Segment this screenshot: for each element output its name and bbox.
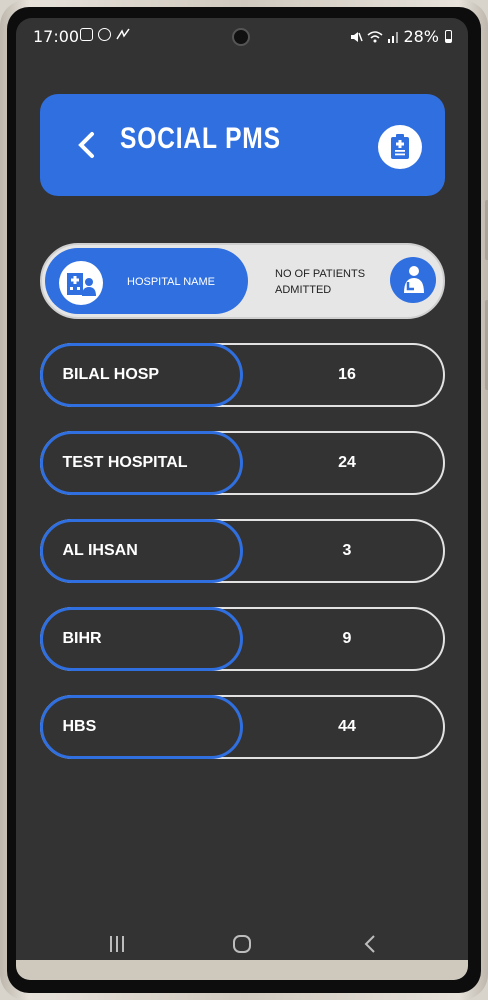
patient-icon bbox=[404, 266, 424, 293]
phone-bottom-edge bbox=[16, 960, 468, 980]
signal-notification-icon bbox=[116, 28, 130, 40]
hospital-icon bbox=[67, 273, 96, 296]
table-row[interactable]: AL IHSAN 3 bbox=[39, 518, 445, 583]
recent-apps-button[interactable] bbox=[92, 926, 142, 962]
battery-icon bbox=[445, 30, 452, 43]
patients-label-line1: NO OF PATIENTS bbox=[275, 268, 366, 280]
table-row[interactable]: TEST HOSPITAL 24 bbox=[39, 430, 445, 495]
wifi-icon bbox=[367, 30, 383, 42]
notification-icons bbox=[80, 28, 130, 41]
status-bar: 17:00 28% bbox=[16, 18, 468, 56]
hospital-column-header: HOSPITAL NAME bbox=[45, 248, 248, 314]
patient-count: 16 bbox=[338, 366, 356, 383]
phone-frame: 17:00 28% SOCIAL PMS HOSPITAL NAME NO OF… bbox=[0, 0, 488, 1000]
page-title: SOCIAL PMS bbox=[120, 122, 281, 155]
table-row[interactable]: BILAL HOSP 16 bbox=[39, 342, 445, 407]
cell-signal-icon bbox=[388, 31, 399, 43]
chevron-left-icon bbox=[78, 132, 94, 158]
patient-icon-wrap bbox=[390, 257, 436, 303]
back-icon bbox=[364, 935, 375, 953]
patients-column-label: NO OF PATIENTS ADMITTED bbox=[275, 266, 385, 298]
hospital-column-label: HOSPITAL NAME bbox=[127, 276, 216, 288]
status-right: 28% bbox=[349, 27, 452, 46]
clipboard-button[interactable] bbox=[378, 125, 422, 169]
hospital-name: BILAL HOSP bbox=[39, 342, 243, 407]
screen: 17:00 28% SOCIAL PMS HOSPITAL NAME NO OF… bbox=[16, 18, 468, 980]
patients-label-line2: ADMITTED bbox=[275, 284, 332, 296]
clipboard-medical-icon bbox=[391, 134, 409, 159]
hospital-name: TEST HOSPITAL bbox=[39, 430, 243, 495]
recent-apps-icon bbox=[110, 936, 124, 952]
image-notification-icon bbox=[80, 28, 93, 41]
patient-count: 44 bbox=[338, 718, 356, 735]
hospital-icon-wrap bbox=[59, 261, 103, 305]
app-header: SOCIAL PMS bbox=[40, 94, 445, 196]
app-notification-icon bbox=[98, 28, 111, 41]
home-icon bbox=[233, 935, 251, 953]
battery-percent: 28% bbox=[403, 27, 439, 46]
patient-count: 24 bbox=[338, 454, 356, 471]
table-row[interactable]: HBS 44 bbox=[39, 694, 445, 759]
home-button[interactable] bbox=[217, 926, 267, 962]
hospital-name: AL IHSAN bbox=[39, 518, 243, 583]
status-time: 17:00 bbox=[33, 27, 80, 46]
system-nav-bar bbox=[16, 926, 468, 962]
hospital-name: BIHR bbox=[39, 606, 243, 671]
patient-count: 3 bbox=[342, 542, 352, 559]
mute-icon bbox=[351, 31, 364, 42]
back-button[interactable] bbox=[72, 128, 102, 162]
patient-count: 9 bbox=[342, 630, 352, 647]
front-camera bbox=[232, 28, 250, 46]
table-row[interactable]: BIHR 9 bbox=[39, 606, 445, 671]
nav-back-button[interactable] bbox=[345, 926, 395, 962]
table-header: HOSPITAL NAME NO OF PATIENTS ADMITTED bbox=[40, 243, 445, 319]
hospital-name: HBS bbox=[39, 694, 243, 759]
